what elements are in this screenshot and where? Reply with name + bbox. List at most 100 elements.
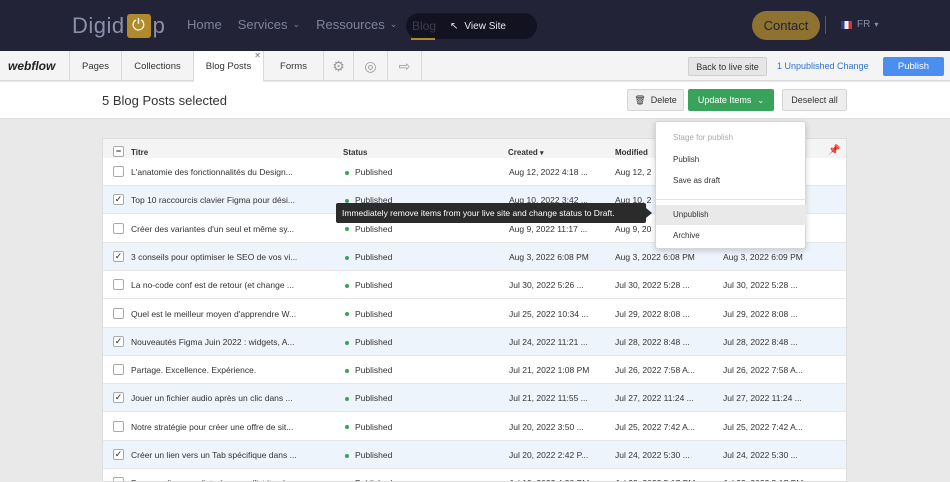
delete-label: Delete (650, 95, 677, 105)
status-label: Published (355, 223, 393, 234)
status-label: Published (355, 280, 393, 291)
dropdown-item-archive[interactable]: Archive (673, 231, 700, 240)
cell-created: Aug 12, 2022 4:18 ... (509, 167, 588, 177)
row-checkbox[interactable]: ✓ (113, 392, 124, 404)
row-checkbox[interactable] (113, 279, 124, 291)
row-checkbox[interactable]: ✓ (113, 449, 124, 460)
column-header-modified[interactable]: Modified (615, 148, 648, 157)
view-site-pill[interactable]: Blog ↖ View Site (406, 13, 537, 39)
view-site-button[interactable]: ↖ View Site (450, 21, 506, 32)
delete-button[interactable]: 🗑 Delete (627, 89, 684, 111)
cell-modified: Jul 28, 2022 8:48 ... (615, 336, 690, 347)
table-row[interactable]: Notre stratégie pour créer une offre de … (103, 412, 846, 441)
deselect-all-button[interactable]: Deselect all (782, 89, 847, 111)
column-header-titre[interactable]: Titre (131, 148, 148, 157)
row-checkbox[interactable]: ✓ (113, 194, 124, 206)
nav-link-label: Home (187, 17, 222, 32)
nav-link-blog[interactable]: Blog (412, 19, 436, 33)
select-all-checkbox[interactable]: − (113, 146, 124, 157)
chevron-down-icon: ⌄ (389, 19, 398, 29)
table-row[interactable]: ✓ Jouer un fichier audio après un clic da… (103, 384, 846, 413)
table-row[interactable]: Personnaliser une liste à puces (list it… (103, 469, 846, 481)
row-checkbox[interactable] (113, 364, 124, 376)
unpublish-tooltip: Immediately remove items from your live … (336, 203, 652, 223)
dropdown-item-unpublish[interactable]: Unpublish (673, 210, 709, 219)
cell-created: Jul 30, 2022 5:26 ... (509, 280, 584, 291)
cell-title: La no-code conf est de retour (et change… (131, 280, 295, 291)
unpublished-change-link[interactable]: 1 Unpublished Change (777, 61, 869, 71)
row-checkbox[interactable]: ✓ (113, 335, 124, 347)
status-label: Published (355, 421, 393, 432)
back-to-live-button[interactable]: Back to live site (688, 57, 767, 76)
update-items-label: Update Items (697, 95, 752, 105)
status-dot-icon (345, 425, 349, 430)
chevron-down-icon: ⌄ (757, 95, 765, 105)
status-label: Published (355, 308, 393, 319)
cell-modified: Jul 27, 2022 11:24 ... (615, 393, 694, 404)
cell-status: Published (345, 224, 392, 234)
cell-modified: Aug 9, 20 (615, 223, 652, 234)
table-row[interactable]: ✓ Nouveautés Figma Juin 2022 : widgets, A… (103, 327, 846, 356)
row-checkbox[interactable] (113, 420, 124, 432)
nav-link-home[interactable]: Home (187, 17, 222, 32)
status-dot-icon (345, 312, 349, 317)
cell-status: Published (345, 422, 392, 432)
cell-published: Jul 23, 2022 5:17 PM (723, 478, 803, 481)
close-icon[interactable]: ✕ (254, 51, 261, 60)
table-row[interactable]: Partage. Excellence. Expérience. Publishe… (103, 356, 846, 385)
language-selector[interactable]: FR ▾ (841, 19, 878, 30)
table-row[interactable]: Quel est le meilleur moyen d'apprendre W… (103, 299, 846, 328)
power-icon: ⏻ (126, 14, 151, 38)
dropdown-item-save-as-draft[interactable]: Save as draft (673, 176, 720, 185)
tab-forms[interactable]: Forms (263, 51, 323, 81)
nav-link-services[interactable]: Services ⌄ (238, 17, 300, 32)
webflow-logo: webflow (8, 59, 56, 73)
contact-button[interactable]: Contact (752, 11, 820, 40)
cell-modified: Jul 25, 2022 7:42 A... (615, 421, 695, 432)
cell-modified: Aug 3, 2022 6:08 PM (615, 251, 695, 262)
trash-icon: 🗑 (634, 94, 646, 105)
site-navbar: Digid ⏻ p Home Services ⌄ Ressources ⌄ Blo… (0, 0, 950, 51)
status-label: Published (355, 450, 393, 460)
tab-pages[interactable]: Pages (69, 51, 121, 81)
tab-help[interactable]: ◎ (353, 51, 387, 81)
chevron-down-icon: ⌄ (292, 19, 301, 29)
row-checkbox[interactable]: ✓ (113, 250, 124, 262)
publish-button[interactable]: Publish (883, 57, 944, 76)
row-checkbox[interactable] (113, 477, 124, 481)
cell-status: Published (345, 309, 392, 319)
nav-link-ressources[interactable]: Ressources ⌄ (316, 17, 397, 32)
cell-created: Jul 25, 2022 10:34 ... (509, 308, 589, 319)
cell-status: Published (345, 167, 392, 177)
nav-divider (825, 16, 826, 34)
cell-created: Aug 3, 2022 6:08 PM (509, 251, 589, 262)
table-row[interactable]: La no-code conf est de retour (et change… (103, 271, 846, 300)
row-checkbox[interactable] (113, 307, 124, 319)
column-header-status[interactable]: Status (343, 148, 367, 157)
logo-text-left: Digid (72, 13, 125, 38)
cell-published: Jul 29, 2022 8:08 ... (723, 308, 798, 319)
cell-title: Créer des variantes d'un seul et même sy… (131, 223, 295, 234)
tab-collections[interactable]: Collections (121, 51, 193, 81)
column-header-created[interactable]: Created ▾ (508, 148, 544, 157)
pin-icon[interactable]: 📌 (828, 145, 840, 156)
row-checkbox[interactable] (113, 166, 124, 177)
view-site-label: View Site (464, 20, 506, 32)
selection-title: 5 Blog Posts selected (102, 93, 228, 108)
tab-blog-posts[interactable]: Blog Posts ✕ (193, 51, 263, 82)
status-dot-icon (345, 340, 349, 345)
tab-label: Blog Posts (205, 61, 252, 72)
tab-settings[interactable]: ⚙ (323, 51, 353, 81)
status-dot-icon (345, 453, 349, 458)
site-logo[interactable]: Digid ⏻ p (72, 12, 165, 40)
cell-title: Partage. Excellence. Expérience. (131, 365, 257, 376)
french-flag-icon (841, 20, 852, 29)
dropdown-item-publish[interactable]: Publish (673, 155, 699, 164)
tab-logout[interactable]: ⇨ (387, 51, 422, 81)
table-row[interactable]: ✓ Créer un lien vers un Tab spécifique da… (103, 441, 846, 469)
update-items-button[interactable]: Update Items ⌄ (688, 89, 774, 111)
lifebuoy-icon: ◎ (364, 57, 377, 74)
cell-title: Créer un lien vers un Tab spécifique dan… (131, 450, 297, 460)
row-checkbox[interactable] (113, 222, 124, 234)
cell-title: L'anatomie des fonctionnalités du Design… (131, 167, 293, 177)
